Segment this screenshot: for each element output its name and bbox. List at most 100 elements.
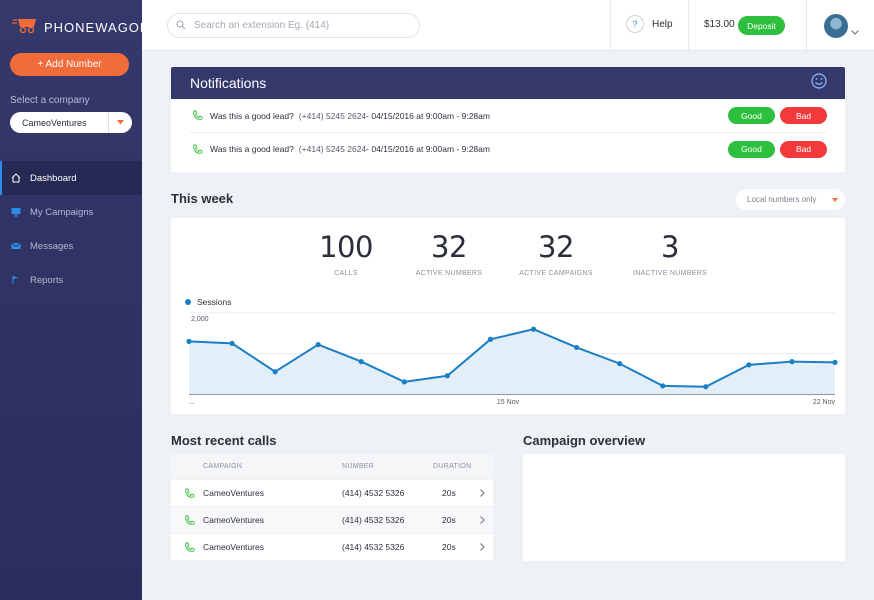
- notifications-title: Notifications: [190, 75, 267, 91]
- stat-calls: 100 CALLS: [286, 230, 406, 277]
- weekly-stats-card: 100 CALLS 32 ACTIVE NUMBERS 32 ACTIVE CA…: [171, 218, 845, 414]
- stat-value: 32: [538, 230, 574, 264]
- question-icon: ?: [626, 15, 644, 33]
- topbar-divider: [806, 0, 807, 51]
- chart-legend: Sessions: [185, 297, 232, 307]
- call-duration: 20s: [442, 488, 456, 498]
- x-tick-label: ...: [189, 399, 195, 406]
- brand-name: PHONEWAGON: [44, 20, 151, 35]
- sidebar-item-dashboard[interactable]: Dashboard: [0, 161, 142, 195]
- chevron-right-icon[interactable]: [480, 489, 485, 497]
- sidebar-item-label: My Campaigns: [30, 206, 94, 218]
- search-box[interactable]: [167, 13, 420, 38]
- call-detail: - 04/15/2016 at 9:00am - 9:28am: [366, 110, 490, 121]
- campaign-overview-title: Campaign overview: [523, 433, 646, 448]
- phone-icon: [192, 144, 203, 155]
- legend-swatch: [185, 299, 191, 305]
- call-campaign: CameoVentures: [203, 515, 264, 525]
- call-campaign: CameoVentures: [203, 488, 264, 498]
- data-point: [315, 341, 321, 348]
- data-point: [789, 359, 795, 365]
- data-point: [574, 344, 580, 351]
- sessions-area: [189, 329, 835, 394]
- sidebar-item-campaigns[interactable]: My Campaigns: [0, 195, 142, 229]
- bad-lead-button[interactable]: Bad: [780, 140, 827, 158]
- sidebar-item-messages[interactable]: Messages: [0, 229, 142, 263]
- bad-lead-button[interactable]: Bad: [780, 107, 827, 124]
- column-header-campaign: CAMPAIGN: [203, 463, 243, 470]
- chevron-right-icon[interactable]: [480, 516, 485, 524]
- help-label: Help: [652, 18, 673, 30]
- stat-label: INACTIVE NUMBERS: [632, 270, 708, 277]
- notifications-card: Notifications Was this a good lead? (+41…: [171, 67, 845, 172]
- caller-number: (+414) 5245 2624: [298, 110, 367, 121]
- call-detail: - 04/15/2016 at 9:00am - 9:28am: [366, 144, 490, 154]
- y-tick-label: 2,000: [191, 316, 209, 323]
- call-duration: 20s: [442, 515, 456, 525]
- sidebar-nav: Dashboard My Campaigns Messages Reports: [0, 161, 142, 297]
- data-point: [703, 384, 709, 390]
- stat-value: 100: [319, 230, 373, 264]
- column-header-duration: DURATION: [433, 463, 472, 470]
- search-input[interactable]: [194, 20, 404, 31]
- home-icon: [11, 173, 21, 183]
- flag-icon: [11, 275, 21, 285]
- chevron-right-icon[interactable]: [480, 543, 485, 551]
- x-tick-label: 15 Nov: [497, 399, 520, 406]
- table-header: CAMPAIGN NUMBER DURATION: [171, 454, 493, 479]
- stat-value: 3: [661, 230, 679, 264]
- call-number: (414) 4532 5326: [342, 488, 405, 498]
- notifications-header: Notifications: [171, 67, 845, 99]
- chevron-down-icon[interactable]: [851, 22, 859, 40]
- avatar[interactable]: [824, 14, 848, 38]
- caret-down-icon: [108, 112, 132, 133]
- select-company-label: Select a company: [10, 95, 90, 106]
- help-link[interactable]: ? Help: [626, 15, 673, 33]
- sidebar-item-reports[interactable]: Reports: [0, 263, 142, 297]
- smiley-icon[interactable]: [811, 72, 827, 94]
- caller-number: (+414) 5245 2624: [298, 144, 367, 154]
- topbar: ? Help $13.00 Deposit: [142, 0, 874, 51]
- number-filter-select[interactable]: Local numbers only: [736, 189, 845, 210]
- stat-inactive-numbers: 3 INACTIVE NUMBERS: [610, 230, 730, 277]
- monitor-icon: [11, 207, 21, 217]
- topbar-divider: [610, 0, 611, 51]
- table-row[interactable]: CameoVentures (414) 4532 5326 20s: [171, 506, 493, 533]
- call-campaign: CameoVentures: [203, 542, 264, 552]
- x-tick-label: 22 Nov: [813, 399, 836, 406]
- legend-label: Sessions: [197, 297, 232, 307]
- deposit-button[interactable]: Deposit: [738, 16, 785, 35]
- data-point: [832, 359, 838, 366]
- call-duration: 20s: [442, 542, 456, 552]
- notification-row: Was this a good lead? (+414) 5245 2624 -…: [189, 99, 827, 132]
- column-header-number: NUMBER: [342, 463, 375, 470]
- table-row[interactable]: CameoVentures (414) 4532 5326 20s: [171, 479, 493, 506]
- brand-logo[interactable]: PHONEWAGON: [12, 16, 150, 39]
- caret-down-icon: [825, 197, 845, 202]
- sidebar: PHONEWAGON + Add Number Select a company…: [0, 0, 149, 600]
- data-point: [401, 379, 407, 385]
- phone-icon: [184, 488, 195, 499]
- add-number-button[interactable]: + Add Number: [10, 53, 129, 76]
- phone-icon: [192, 110, 203, 121]
- wagon-icon: [12, 16, 38, 39]
- good-lead-button[interactable]: Good: [728, 140, 775, 158]
- this-week-title: This week: [171, 191, 234, 206]
- account-balance: $13.00: [704, 19, 735, 30]
- stat-label: CALLS: [334, 270, 358, 277]
- search-icon: [176, 17, 186, 35]
- stat-active-campaigns: 32 ACTIVE CAMPAIGNS: [496, 230, 616, 277]
- lead-question: Was this a good lead?: [210, 110, 294, 121]
- company-select[interactable]: CameoVentures: [10, 112, 132, 133]
- phone-icon: [184, 542, 195, 553]
- lead-question: Was this a good lead?: [210, 144, 294, 154]
- stat-label: ACTIVE NUMBERS: [415, 270, 483, 277]
- sidebar-item-label: Messages: [30, 240, 74, 252]
- data-point: [487, 336, 494, 342]
- call-number: (414) 4532 5326: [342, 542, 405, 552]
- data-point: [186, 338, 192, 344]
- stat-label: ACTIVE CAMPAIGNS: [519, 270, 593, 277]
- good-lead-button[interactable]: Good: [728, 107, 775, 124]
- table-row[interactable]: CameoVentures (414) 4532 5326 20s: [171, 533, 493, 560]
- data-point: [617, 361, 623, 367]
